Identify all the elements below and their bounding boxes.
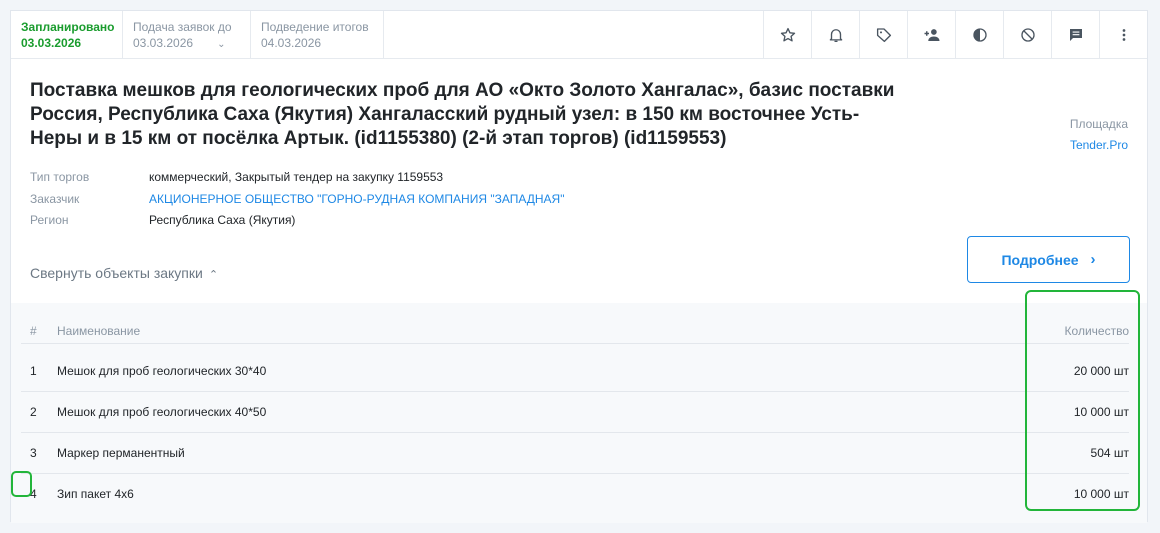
- collapse-items-toggle[interactable]: Свернуть объекты закупки ⌃: [30, 265, 218, 281]
- table-row: 4 Зип пакет 4x6 10 000 шт: [21, 474, 1129, 515]
- stage-date: 03.03.2026: [133, 36, 194, 50]
- contrast-button[interactable]: [955, 11, 1003, 58]
- block-button[interactable]: [1003, 11, 1051, 58]
- more-vertical-icon: [1122, 28, 1125, 41]
- meta-customer-label: Заказчик: [30, 192, 80, 206]
- details-button[interactable]: Подробнее ›: [967, 236, 1130, 283]
- more-menu-button[interactable]: [1099, 11, 1147, 58]
- add-person-icon: [924, 28, 939, 41]
- row-name: Зип пакет 4x6: [57, 487, 134, 501]
- meta-type-label: Тип торгов: [30, 170, 90, 184]
- platform-link[interactable]: Tender.Pro: [1070, 138, 1128, 152]
- block-icon: [1020, 27, 1035, 42]
- assign-user-button[interactable]: [907, 11, 955, 58]
- header-num: #: [30, 324, 37, 338]
- platform-label: Площадка: [1069, 117, 1128, 131]
- star-icon: [780, 27, 795, 42]
- contrast-icon: [972, 27, 987, 42]
- header-name: Наименование: [57, 324, 141, 338]
- favorite-button[interactable]: [763, 11, 811, 58]
- stage-label: Подача заявок до: [133, 20, 232, 34]
- chevron-right-icon: ›: [1090, 251, 1096, 268]
- table-header: # Наименование Количество: [21, 303, 1129, 344]
- quantity-column-highlight: [1025, 290, 1140, 511]
- row-name: Мешок для проб геологических 30*40: [57, 364, 267, 378]
- meta-region-value: Республика Саха (Якутия): [149, 213, 296, 227]
- procurement-items-table: # Наименование Количество 1 Мешок для пр…: [11, 303, 1147, 523]
- comment-button[interactable]: [1051, 11, 1099, 58]
- chevron-down-icon[interactable]: ⌄: [217, 37, 225, 53]
- bell-icon: [829, 28, 842, 42]
- stage-planned: Запланировано 03.03.2026: [11, 11, 123, 58]
- meta-region-label: Регион: [30, 213, 69, 227]
- table-row: 1 Мешок для проб геологических 30*40 20 …: [21, 351, 1129, 392]
- chevron-up-icon: ⌃: [208, 269, 219, 281]
- tag-button[interactable]: [859, 11, 907, 58]
- tender-title[interactable]: Поставка мешков для геологических проб д…: [30, 79, 910, 151]
- row-number-highlight: [11, 471, 32, 497]
- tag-icon: [876, 27, 891, 42]
- comment-icon: [1069, 28, 1082, 41]
- stage-results: Подведение итогов 04.03.2026: [251, 11, 384, 58]
- stage-date: 04.03.2026: [261, 36, 322, 50]
- stage-date: 03.03.2026: [21, 36, 82, 50]
- meta-type-value: коммерческий, Закрытый тендер на закупку…: [149, 170, 444, 184]
- stage-submission[interactable]: Подача заявок до 03.03.2026 ⌄: [123, 11, 251, 58]
- row-num: 2: [30, 405, 37, 419]
- collapse-items-label: Свернуть объекты закупки: [30, 265, 203, 281]
- row-name: Мешок для проб геологических 40*50: [57, 405, 267, 419]
- tender-card: Запланировано 03.03.2026 Подача заявок д…: [10, 10, 1148, 523]
- stage-label: Запланировано: [21, 20, 115, 34]
- notify-button[interactable]: [811, 11, 859, 58]
- stage-label: Подведение итогов: [261, 20, 369, 34]
- customer-link[interactable]: АКЦИОНЕРНОЕ ОБЩЕСТВО "ГОРНО-РУДНАЯ КОМПА…: [149, 191, 564, 207]
- table-row: 3 Маркер перманентный 504 шт: [21, 433, 1129, 474]
- row-num: 1: [30, 364, 37, 378]
- row-num: 3: [30, 446, 37, 460]
- tender-status-bar: Запланировано 03.03.2026 Подача заявок д…: [11, 11, 1147, 59]
- details-button-label: Подробнее: [1001, 251, 1079, 268]
- row-name: Маркер перманентный: [57, 446, 185, 460]
- table-row: 2 Мешок для проб геологических 40*50 10 …: [21, 392, 1129, 433]
